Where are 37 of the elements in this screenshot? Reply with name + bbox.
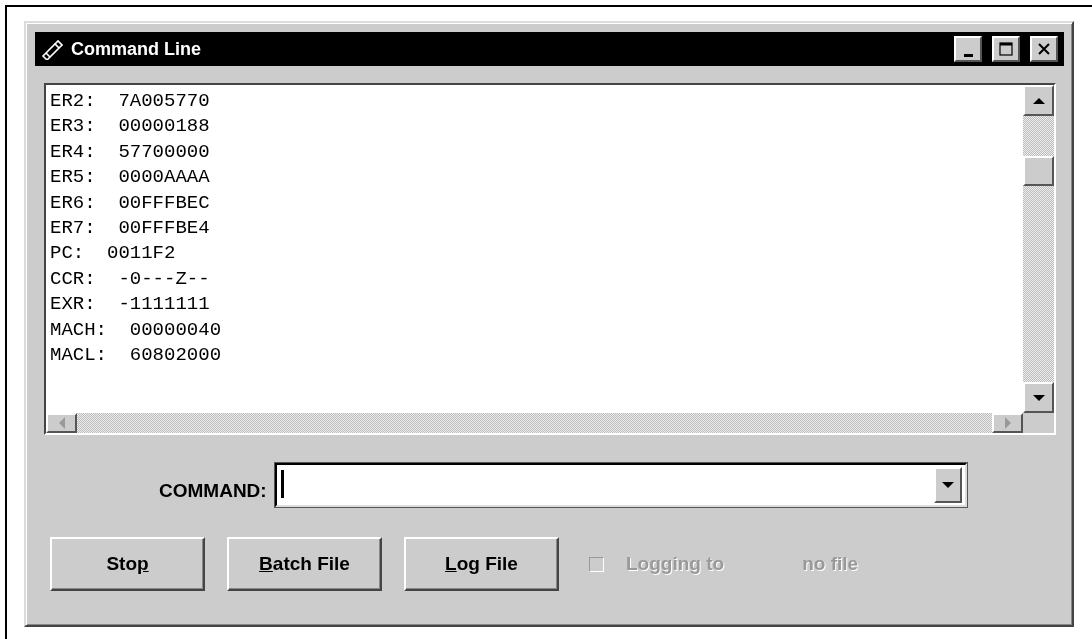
maximize-button[interactable] [992,36,1020,62]
output-line: ER7: 00FFFBE4 [50,216,211,242]
scroll-left-button[interactable] [46,413,77,433]
action-button[interactable]: Batch File [227,537,382,591]
output-line: PC: 0011F2 [50,241,177,267]
output-line: EXR: -1111111 [50,292,211,318]
vertical-scrollbar[interactable] [1023,85,1054,413]
output-line: ER6: 00FFFBEC [50,190,211,216]
output-line: ER3: 00000188 [50,114,211,140]
action-button[interactable]: Stop [50,537,205,591]
command-label: COMMAND: [159,480,267,502]
left-triangle-icon [57,417,66,429]
window-title: Command Line [71,38,202,60]
close-icon [1037,42,1051,56]
output-line: CCR: -0---Z-- [50,266,211,292]
right-triangle-icon [1003,417,1012,429]
output-line: ER2: 7A005770 [50,89,211,114]
scroll-right-button[interactable] [992,413,1023,433]
command-input[interactable] [274,463,967,507]
dropdown-button[interactable] [933,467,962,503]
down-triangle-icon [941,481,954,489]
output-line: ER4: 57700000 [50,139,211,165]
scroll-up-button[interactable] [1023,85,1054,116]
output-line: ER5: 0000AAAA [50,165,211,191]
scroll-down-button[interactable] [1023,382,1054,413]
maximize-icon [999,42,1013,56]
pen-icon [41,38,63,60]
output-line: MACH: 00000040 [50,317,223,343]
down-triangle-icon [1032,393,1045,402]
minimize-button[interactable] [954,36,982,62]
close-button[interactable] [1030,36,1058,62]
horizontal-scrollbar[interactable] [46,413,1023,433]
output-line: MACL: 60802000 [50,343,223,369]
action-button[interactable]: Log File [404,537,559,591]
minimize-icon [963,53,973,57]
scroll-thumb[interactable] [1023,156,1054,186]
up-triangle-icon [1032,96,1045,105]
